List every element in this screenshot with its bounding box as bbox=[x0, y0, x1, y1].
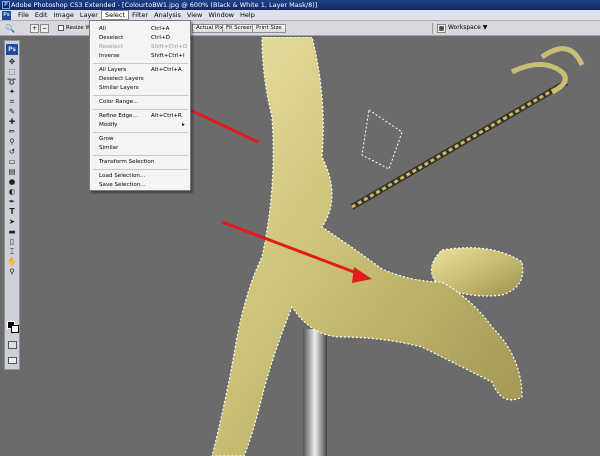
path-selection-icon[interactable]: ➤ bbox=[5, 217, 19, 227]
menu-separator bbox=[93, 63, 188, 64]
eyedropper-tool-icon[interactable]: ⌶ bbox=[5, 247, 19, 257]
gradient-tool-icon[interactable]: ▤ bbox=[5, 167, 19, 177]
menu-item-label: Deselect bbox=[99, 35, 124, 41]
zoom-tool-icon[interactable]: ⚲ bbox=[5, 267, 19, 277]
ps-logo-icon: Ps bbox=[2, 10, 11, 20]
notes-tool-icon[interactable]: ▯ bbox=[5, 237, 19, 247]
menu-file[interactable]: File bbox=[15, 10, 32, 20]
zoom-in-button[interactable]: + bbox=[30, 24, 39, 33]
window-title: Adobe Photoshop CS3 Extended - [Colourto… bbox=[11, 1, 318, 9]
resize-windows-checkbox[interactable] bbox=[58, 25, 64, 31]
menu-item-reselect[interactable]: Reselect Shift+Ctrl+D bbox=[90, 43, 190, 52]
slice-tool-icon[interactable]: ✎ bbox=[5, 107, 19, 117]
zoom-out-button[interactable]: − bbox=[40, 24, 49, 33]
menu-item-refine-edge[interactable]: Refine Edge... Alt+Ctrl+R bbox=[90, 112, 190, 121]
menu-layer[interactable]: Layer bbox=[77, 10, 101, 20]
statue-figure-shape bbox=[211, 37, 523, 456]
zoom-tool-icon[interactable]: 🔍 bbox=[5, 24, 15, 33]
menu-item-color-range[interactable]: Color Range... bbox=[90, 98, 190, 107]
menu-item-label: All bbox=[99, 26, 106, 32]
submenu-arrow-icon: ▸ bbox=[182, 122, 185, 128]
menu-view[interactable]: View bbox=[184, 10, 205, 20]
menu-item-load-selection[interactable]: Load Selection... bbox=[90, 172, 190, 181]
marquee-tool-icon[interactable]: ⬚ bbox=[5, 67, 19, 77]
menu-item-shortcut: Ctrl+D bbox=[151, 35, 170, 41]
hand-tool-icon[interactable]: ✋ bbox=[5, 257, 19, 267]
menu-separator bbox=[93, 132, 188, 133]
brush-tool-icon[interactable]: ✏ bbox=[5, 127, 19, 137]
menu-help[interactable]: Help bbox=[237, 10, 258, 20]
type-tool-icon[interactable]: T bbox=[5, 207, 19, 217]
menu-item-save-selection[interactable]: Save Selection... bbox=[90, 181, 190, 190]
menu-item-all[interactable]: All Ctrl+A bbox=[90, 25, 190, 34]
menu-separator bbox=[93, 155, 188, 156]
menu-item-label: Transform Selection bbox=[99, 159, 155, 165]
move-tool-icon[interactable]: ✥ bbox=[5, 57, 19, 67]
menu-item-deselect-layers[interactable]: Deselect Layers bbox=[90, 75, 190, 84]
menu-image[interactable]: Image bbox=[50, 10, 76, 20]
print-size-button[interactable]: Print Size bbox=[252, 24, 286, 33]
menu-item-shortcut: Alt+Ctrl+A bbox=[151, 67, 182, 73]
menu-analysis[interactable]: Analysis bbox=[151, 10, 184, 20]
statue-gap-shape bbox=[361, 109, 403, 170]
caduceus-wings-shape bbox=[510, 46, 585, 95]
tools-panel: Ps ✥ ⬚ ➰ ✦ ⌗ ✎ ✚ ✏ ⚲ ↺ ▭ ▤ ● ◐ ✒ T ➤ ▬ ▯… bbox=[4, 40, 20, 370]
menu-item-label: Similar bbox=[99, 145, 119, 151]
ps-logo-icon: Ps bbox=[6, 44, 18, 55]
options-divider bbox=[432, 23, 433, 34]
menu-item-similar[interactable]: Similar bbox=[90, 144, 190, 153]
menu-item-shortcut: Shift+Ctrl+I bbox=[151, 53, 185, 59]
menu-separator bbox=[93, 95, 188, 96]
menu-item-label: Modify bbox=[99, 122, 118, 128]
menu-item-modify[interactable]: Modify ▸ bbox=[90, 121, 190, 130]
menu-item-label: Similar Layers bbox=[99, 85, 139, 91]
menu-item-label: Refine Edge... bbox=[99, 113, 138, 119]
crop-tool-icon[interactable]: ⌗ bbox=[5, 97, 19, 107]
menu-item-label: Color Range... bbox=[99, 99, 139, 105]
menu-item-transform-selection[interactable]: Transform Selection bbox=[90, 158, 190, 167]
magic-wand-tool-icon[interactable]: ✦ bbox=[5, 87, 19, 97]
menu-select[interactable]: Select bbox=[100, 10, 130, 20]
menu-item-all-layers[interactable]: All Layers Alt+Ctrl+A bbox=[90, 66, 190, 75]
title-bar: P Adobe Photoshop CS3 Extended - [Colour… bbox=[0, 0, 600, 10]
menu-item-label: Deselect Layers bbox=[99, 76, 144, 82]
menu-item-similar-layers[interactable]: Similar Layers bbox=[90, 84, 190, 93]
menu-item-shortcut: Alt+Ctrl+R bbox=[151, 113, 182, 119]
menu-window[interactable]: Window bbox=[205, 10, 237, 20]
eraser-tool-icon[interactable]: ▭ bbox=[5, 157, 19, 167]
workspace-icon[interactable]: ▦ bbox=[437, 24, 446, 33]
menu-item-label: Grow bbox=[99, 136, 114, 142]
menu-edit[interactable]: Edit bbox=[32, 10, 51, 20]
pole-shape bbox=[303, 329, 327, 456]
history-brush-icon[interactable]: ↺ bbox=[5, 147, 19, 157]
menu-item-label: Save Selection... bbox=[99, 182, 146, 188]
menu-item-grow[interactable]: Grow bbox=[90, 135, 190, 144]
menu-item-label: Reselect bbox=[99, 44, 123, 50]
select-menu-dropdown: All Ctrl+A Deselect Ctrl+D Reselect Shift+Ctr… bbox=[89, 20, 191, 191]
background-color-swatch[interactable] bbox=[11, 325, 19, 333]
menu-separator bbox=[93, 169, 188, 170]
menu-item-shortcut: Ctrl+A bbox=[151, 26, 170, 32]
menu-item-label: Inverse bbox=[99, 53, 120, 59]
app-icon: P bbox=[2, 1, 10, 9]
menu-item-deselect[interactable]: Deselect Ctrl+D bbox=[90, 34, 190, 43]
menu-item-shortcut: Shift+Ctrl+D bbox=[151, 44, 188, 50]
menu-item-inverse[interactable]: Inverse Shift+Ctrl+I bbox=[90, 52, 190, 61]
menu-filter[interactable]: Filter bbox=[129, 10, 151, 20]
menu-separator bbox=[93, 109, 188, 110]
workspace-menu[interactable]: Workspace ▼ bbox=[448, 24, 487, 32]
quick-mask-button[interactable] bbox=[8, 341, 17, 349]
lasso-tool-icon[interactable]: ➰ bbox=[5, 77, 19, 87]
blur-tool-icon[interactable]: ● bbox=[5, 177, 19, 187]
healing-brush-icon[interactable]: ✚ bbox=[5, 117, 19, 127]
menu-item-label: Load Selection... bbox=[99, 173, 146, 179]
shape-tool-icon[interactable]: ▬ bbox=[5, 227, 19, 237]
menu-item-label: All Layers bbox=[99, 67, 127, 73]
clone-stamp-icon[interactable]: ⚲ bbox=[5, 137, 19, 147]
pen-tool-icon[interactable]: ✒ bbox=[5, 197, 19, 207]
screen-mode-button[interactable] bbox=[8, 357, 17, 364]
dodge-tool-icon[interactable]: ◐ bbox=[5, 187, 19, 197]
